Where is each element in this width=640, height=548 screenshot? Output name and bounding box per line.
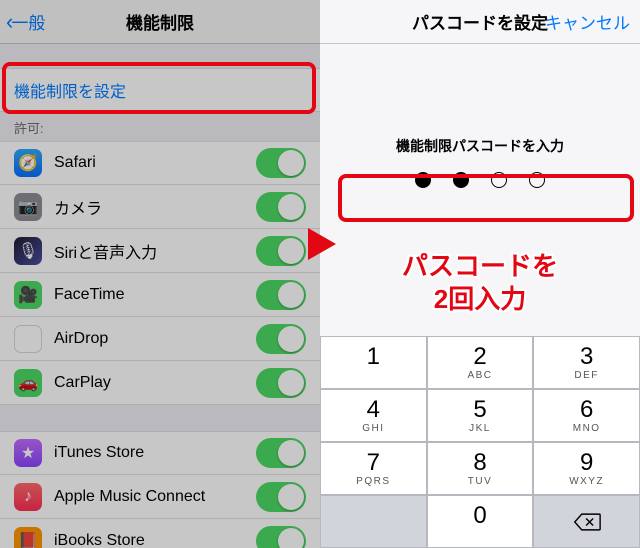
safari-icon: 🧭 — [14, 149, 42, 177]
facetime-icon: 🎥 — [14, 281, 42, 309]
passcode-dot — [529, 172, 545, 188]
settings-row: ♪ Apple Music Connect — [0, 475, 320, 519]
key-digit: 2 — [473, 345, 486, 369]
camera-icon: 📷 — [14, 193, 42, 221]
passcode-entry-screen: パスコードを設定 キャンセル 機能制限パスコードを入力 12ABC3DEF4GH… — [320, 0, 640, 548]
airdrop-icon: ◎ — [14, 325, 42, 353]
keypad-key-3[interactable]: 3DEF — [533, 336, 640, 389]
set-restrictions-label: 機能制限を設定 — [14, 78, 126, 102]
siri-icon: 🎙 — [14, 237, 42, 265]
toggle-switch[interactable] — [256, 438, 306, 468]
toggle-switch[interactable] — [256, 526, 306, 548]
passcode-dot — [491, 172, 507, 188]
keypad-key-6[interactable]: 6MNO — [533, 389, 640, 442]
passcode-dot — [415, 172, 431, 188]
passcode-instruction: 機能制限パスコードを入力 — [396, 136, 564, 156]
set-restrictions-cell[interactable]: 機能制限を設定 — [0, 68, 320, 112]
toggle-switch[interactable] — [256, 148, 306, 178]
restrictions-settings-screen: ‹ 一般 機能制限 機能制限を設定 許可: 🧭 Safari 📷 カメラ 🎙 Siriと音… — [0, 0, 320, 548]
left-page-title: 機能制限 — [126, 9, 194, 34]
key-digit: 7 — [367, 451, 380, 475]
key-digit: 6 — [580, 398, 593, 422]
key-letters: GHI — [362, 423, 384, 434]
keypad-key-8[interactable]: 8TUV — [427, 442, 534, 495]
toggle-switch[interactable] — [256, 482, 306, 512]
keypad-key-0[interactable]: 0 — [427, 495, 534, 548]
keypad-key-1[interactable]: 1 — [320, 336, 427, 389]
passcode-dot — [453, 172, 469, 188]
right-navbar: パスコードを設定 キャンセル — [320, 0, 640, 44]
key-digit: 1 — [367, 345, 380, 369]
settings-row: 🚗 CarPlay — [0, 361, 320, 405]
itunes-icon: ★ — [14, 439, 42, 467]
toggle-switch[interactable] — [256, 192, 306, 222]
back-button[interactable]: ‹ 一般 — [6, 0, 45, 43]
keypad-key-2[interactable]: 2ABC — [427, 336, 534, 389]
keypad-backspace[interactable] — [533, 495, 640, 548]
allow-group-b: ★ iTunes Store ♪ Apple Music Connect 📕 iBooks… — [0, 431, 320, 548]
row-label: Safari — [54, 154, 256, 172]
settings-row: ◎ AirDrop — [0, 317, 320, 361]
keypad-key-5[interactable]: 5JKL — [427, 389, 534, 442]
row-label: iBooks Store — [54, 532, 256, 548]
passcode-dots — [415, 172, 545, 188]
key-digit: 9 — [580, 451, 593, 475]
settings-row: 🎥 FaceTime — [0, 273, 320, 317]
back-label: 一般 — [11, 9, 45, 34]
row-label: Apple Music Connect — [54, 488, 256, 506]
carplay-icon: 🚗 — [14, 369, 42, 397]
key-letters: DEF — [574, 370, 599, 381]
key-digit: 4 — [367, 398, 380, 422]
toggle-switch[interactable] — [256, 236, 306, 266]
key-digit: 5 — [473, 398, 486, 422]
passcode-top-area: 機能制限パスコードを入力 — [320, 44, 640, 336]
left-navbar: ‹ 一般 機能制限 — [0, 0, 320, 44]
key-letters: PQRS — [356, 476, 390, 487]
key-letters: ABC — [467, 370, 492, 381]
allow-group-a: 🧭 Safari 📷 カメラ 🎙 Siriと音声入力 🎥 FaceTime ◎ AirDrop 🚗 C… — [0, 141, 320, 405]
cancel-label: キャンセル — [545, 9, 630, 34]
key-digit: 8 — [473, 451, 486, 475]
row-label: iTunes Store — [54, 444, 256, 462]
keypad-key-7[interactable]: 7PQRS — [320, 442, 427, 495]
key-letters: WXYZ — [569, 476, 604, 487]
key-letters: MNO — [573, 423, 601, 434]
toggle-switch[interactable] — [256, 280, 306, 310]
backspace-icon — [573, 512, 601, 532]
settings-row: 📷 カメラ — [0, 185, 320, 229]
keypad-key-4[interactable]: 4GHI — [320, 389, 427, 442]
numeric-keypad: 12ABC3DEF4GHI5JKL6MNO7PQRS8TUV9WXYZ0 — [320, 336, 640, 548]
row-label: CarPlay — [54, 374, 256, 392]
settings-row: 📕 iBooks Store — [0, 519, 320, 548]
allow-section-header: 許可: — [0, 112, 320, 141]
toggle-switch[interactable] — [256, 368, 306, 398]
row-label: カメラ — [54, 195, 256, 219]
keypad-blank — [320, 495, 427, 548]
settings-row: ★ iTunes Store — [0, 431, 320, 475]
key-digit: 0 — [473, 504, 486, 528]
key-digit: 3 — [580, 345, 593, 369]
applemusic-icon: ♪ — [14, 483, 42, 511]
settings-table: 機能制限を設定 許可: 🧭 Safari 📷 カメラ 🎙 Siriと音声入力 🎥 FaceTi… — [0, 44, 320, 548]
cancel-button[interactable]: キャンセル — [545, 0, 630, 43]
ibooks-icon: 📕 — [14, 527, 42, 548]
key-letters: JKL — [469, 423, 491, 434]
right-page-title: パスコードを設定 — [412, 9, 548, 34]
row-label: FaceTime — [54, 286, 256, 304]
toggle-switch[interactable] — [256, 324, 306, 354]
keypad-key-9[interactable]: 9WXYZ — [533, 442, 640, 495]
settings-row: 🧭 Safari — [0, 141, 320, 185]
settings-row: 🎙 Siriと音声入力 — [0, 229, 320, 273]
row-label: Siriと音声入力 — [54, 239, 256, 263]
row-label: AirDrop — [54, 330, 256, 348]
key-letters: TUV — [468, 476, 493, 487]
